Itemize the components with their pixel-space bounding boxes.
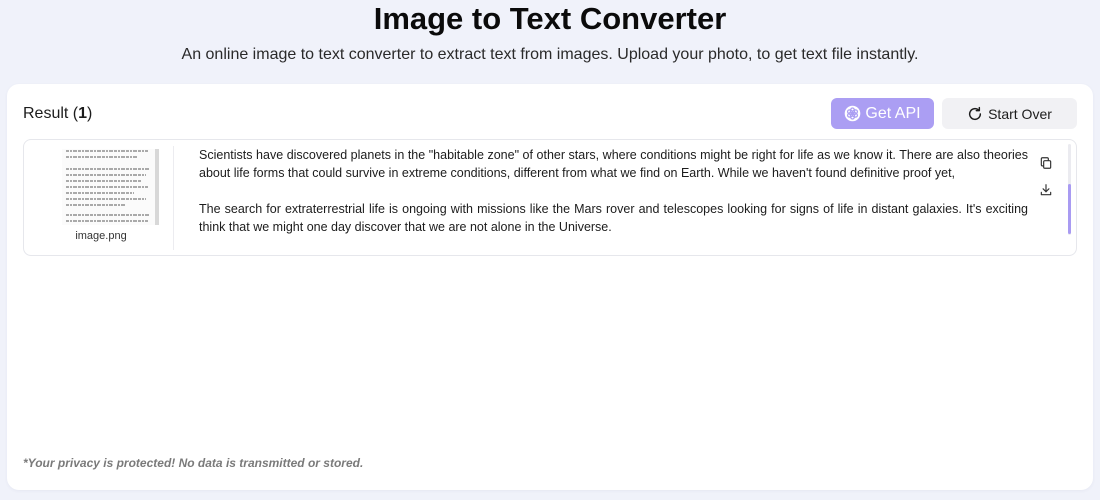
result-item: image.png Scientists have discovered pla… <box>23 139 1077 256</box>
image-filename: image.png <box>75 230 127 242</box>
result-count: 1 <box>78 105 88 122</box>
extracted-paragraph: Scientists have discovered planets in th… <box>199 148 1028 180</box>
privacy-note: *Your privacy is protected! No data is t… <box>23 456 364 470</box>
scrollbar-thumb[interactable] <box>1068 184 1071 234</box>
start-over-button[interactable]: Start Over <box>942 98 1077 129</box>
openai-knot-icon <box>844 105 861 122</box>
divider <box>173 146 174 250</box>
result-heading-suffix: ) <box>87 105 93 122</box>
get-api-button[interactable]: Get API <box>831 98 934 129</box>
result-heading: Result (1) <box>23 104 92 124</box>
copy-button[interactable] <box>1036 155 1056 175</box>
download-icon <box>1039 183 1053 202</box>
result-heading-prefix: Result ( <box>23 105 79 122</box>
download-button[interactable] <box>1036 182 1056 202</box>
start-over-label: Start Over <box>988 105 1052 122</box>
extracted-text[interactable]: Scientists have discovered planets in th… <box>199 146 1028 236</box>
page-subtitle: An online image to text converter to ext… <box>181 46 919 63</box>
result-card: Result (1) Get API Start Over image.png … <box>7 84 1093 490</box>
image-thumbnail <box>38 149 164 225</box>
copy-icon <box>1039 156 1053 175</box>
page-title: Image to Text Converter <box>373 1 727 36</box>
get-api-label: Get API <box>865 104 921 122</box>
extracted-paragraph: The search for extraterrestrial life is … <box>199 202 1028 234</box>
refresh-icon <box>967 106 983 122</box>
